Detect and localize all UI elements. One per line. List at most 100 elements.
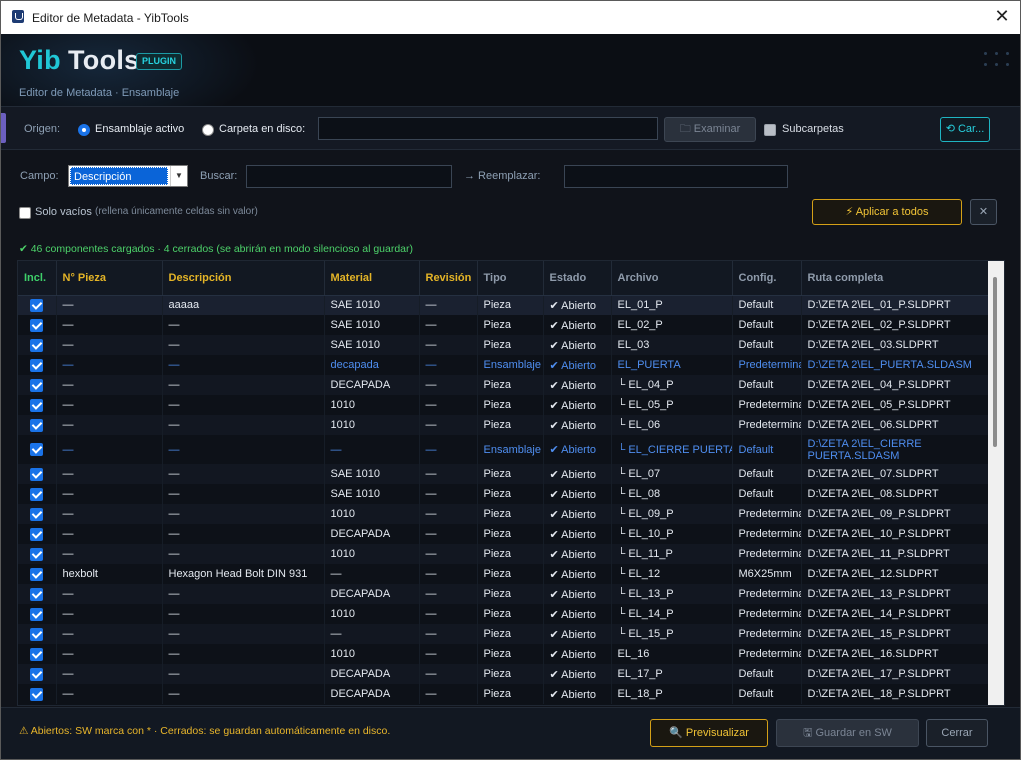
- cell-rev[interactable]: —: [419, 355, 478, 375]
- include-cell[interactable]: [18, 584, 57, 604]
- cell-tipo[interactable]: Pieza: [477, 524, 544, 544]
- cell-rev[interactable]: —: [419, 664, 478, 684]
- cell-ruta[interactable]: D:\ZETA 2\EL_01_P.SLDPRT: [801, 295, 990, 315]
- include-checkbox[interactable]: [30, 318, 43, 332]
- cell-desc[interactable]: —: [162, 335, 325, 355]
- include-checkbox[interactable]: [30, 443, 43, 456]
- table-row[interactable]: — —1010— Pieza ✔ Abierto EL_16 Predetermina D:…: [18, 644, 990, 664]
- cell-config[interactable]: Default: [732, 664, 802, 684]
- close-icon[interactable]: ✕: [992, 6, 1012, 26]
- cell-estado[interactable]: ✔ Abierto: [543, 524, 612, 544]
- cell-estado[interactable]: ✔ Abierto: [543, 664, 612, 684]
- cell-rev[interactable]: —: [419, 624, 478, 644]
- cell-estado[interactable]: ✔ Abierto: [543, 584, 612, 604]
- cell-archivo[interactable]: └ EL_15_P: [611, 624, 733, 644]
- table-row[interactable]: — — DECAPADA — Pieza ✔ Abierto └ EL_04_P Defaul…: [18, 375, 990, 395]
- cell-tipo[interactable]: Pieza: [477, 484, 544, 504]
- cell-tipo[interactable]: Pieza: [477, 295, 544, 315]
- cell-config[interactable]: Predetermina: [732, 604, 802, 624]
- include-checkbox[interactable]: [30, 358, 43, 372]
- cell-config[interactable]: Default: [732, 684, 802, 704]
- cell-desc[interactable]: —: [162, 355, 325, 375]
- cell-desc[interactable]: —: [162, 664, 325, 684]
- cell-archivo[interactable]: └ EL_09_P: [611, 504, 733, 524]
- cell-pieza[interactable]: —: [56, 684, 163, 704]
- cell-archivo[interactable]: EL_17_P: [611, 664, 733, 684]
- cell-tipo[interactable]: Pieza: [477, 624, 544, 644]
- cell-desc[interactable]: —: [162, 684, 325, 704]
- cell-pieza[interactable]: —: [56, 395, 163, 415]
- table-row[interactable]: — — DECAPADA — Pieza ✔ Abierto EL_17_P Default D…: [18, 664, 990, 684]
- include-checkbox[interactable]: [30, 627, 43, 641]
- cell-archivo[interactable]: └ EL_10_P: [611, 524, 733, 544]
- cell-estado[interactable]: ✔ Abierto: [543, 484, 612, 504]
- cell-pieza[interactable]: —: [56, 435, 163, 464]
- include-checkbox[interactable]: [30, 378, 43, 392]
- cell-desc[interactable]: —: [162, 395, 325, 415]
- cell-archivo[interactable]: EL_01_P: [611, 295, 733, 315]
- cell-config[interactable]: Default: [732, 484, 802, 504]
- table-row[interactable]: — — DECAPADA — Pieza ✔ Abierto └ EL_10_P Predet…: [18, 524, 990, 544]
- include-checkbox[interactable]: [30, 487, 43, 501]
- cell-config[interactable]: Predetermina: [732, 524, 802, 544]
- clear-button[interactable]: ✕: [970, 199, 997, 225]
- cell-rev[interactable]: —: [419, 295, 478, 315]
- cell-config[interactable]: Predetermina: [732, 504, 802, 524]
- cell-ruta[interactable]: D:\ZETA 2\EL_04_P.SLDPRT: [801, 375, 990, 395]
- cell-config[interactable]: Predetermina: [732, 415, 802, 435]
- include-checkbox[interactable]: [30, 298, 43, 312]
- cell-archivo[interactable]: └ EL_07: [611, 464, 733, 484]
- cell-mat[interactable]: SAE 1010: [324, 464, 420, 484]
- cell-mat[interactable]: —: [324, 624, 420, 644]
- include-checkbox[interactable]: [30, 687, 43, 701]
- include-cell[interactable]: [18, 315, 57, 335]
- cell-estado[interactable]: ✔ Abierto: [543, 504, 612, 524]
- cell-desc[interactable]: —: [162, 464, 325, 484]
- include-cell[interactable]: [18, 624, 57, 644]
- col-archivo[interactable]: Archivo: [611, 261, 733, 296]
- cell-desc[interactable]: —: [162, 315, 325, 335]
- cell-ruta[interactable]: D:\ZETA 2\EL_PUERTA.SLDASM: [801, 355, 990, 375]
- cell-ruta[interactable]: D:\ZETA 2\EL_05_P.SLDPRT: [801, 395, 990, 415]
- include-cell[interactable]: [18, 484, 57, 504]
- cell-desc[interactable]: —: [162, 624, 325, 644]
- cell-estado[interactable]: ✔ Abierto: [543, 415, 612, 435]
- cell-estado[interactable]: ✔ Abierto: [543, 295, 612, 315]
- cell-config[interactable]: Predetermina: [732, 544, 802, 564]
- include-checkbox[interactable]: [30, 607, 43, 621]
- cell-rev[interactable]: —: [419, 504, 478, 524]
- cell-estado[interactable]: ✔ Abierto: [543, 315, 612, 335]
- cell-rev[interactable]: —: [419, 395, 478, 415]
- table-row[interactable]: — —1010— Pieza ✔ Abierto └ EL_05_P Predetermi…: [18, 395, 990, 415]
- cell-tipo[interactable]: Pieza: [477, 584, 544, 604]
- cell-mat[interactable]: —: [324, 564, 420, 584]
- cell-config[interactable]: Default: [732, 375, 802, 395]
- cell-estado[interactable]: ✔ Abierto: [543, 684, 612, 704]
- table-row[interactable]: — — SAE 1010— Pieza ✔ Abierto EL_02_P Default D…: [18, 315, 990, 335]
- table-row[interactable]: — — SAE 1010— Pieza ✔ Abierto └ EL_07 Default…: [18, 464, 990, 484]
- include-cell[interactable]: [18, 395, 57, 415]
- cell-pieza[interactable]: —: [56, 544, 163, 564]
- cell-desc[interactable]: —: [162, 435, 325, 464]
- cell-desc[interactable]: Hexagon Head Bolt DIN 931: [162, 564, 325, 584]
- include-checkbox[interactable]: [30, 667, 43, 681]
- cell-rev[interactable]: —: [419, 335, 478, 355]
- cell-ruta[interactable]: D:\ZETA 2\EL_18_P.SLDPRT: [801, 684, 990, 704]
- cell-archivo[interactable]: └ EL_13_P: [611, 584, 733, 604]
- include-cell[interactable]: [18, 464, 57, 484]
- cell-pieza[interactable]: —: [56, 644, 163, 664]
- cell-tipo[interactable]: Pieza: [477, 544, 544, 564]
- cell-config[interactable]: Predetermina: [732, 644, 802, 664]
- col-config[interactable]: Config.: [732, 261, 802, 296]
- include-cell[interactable]: [18, 355, 57, 375]
- include-checkbox[interactable]: [30, 467, 43, 481]
- cell-ruta[interactable]: D:\ZETA 2\EL_09_P.SLDPRT: [801, 504, 990, 524]
- cell-pieza[interactable]: —: [56, 524, 163, 544]
- cell-estado[interactable]: ✔ Abierto: [543, 375, 612, 395]
- cell-estado[interactable]: ✔ Abierto: [543, 644, 612, 664]
- include-cell[interactable]: [18, 375, 57, 395]
- include-cell[interactable]: [18, 644, 57, 664]
- cell-tipo[interactable]: Pieza: [477, 335, 544, 355]
- cell-rev[interactable]: —: [419, 435, 478, 464]
- include-cell[interactable]: [18, 295, 57, 315]
